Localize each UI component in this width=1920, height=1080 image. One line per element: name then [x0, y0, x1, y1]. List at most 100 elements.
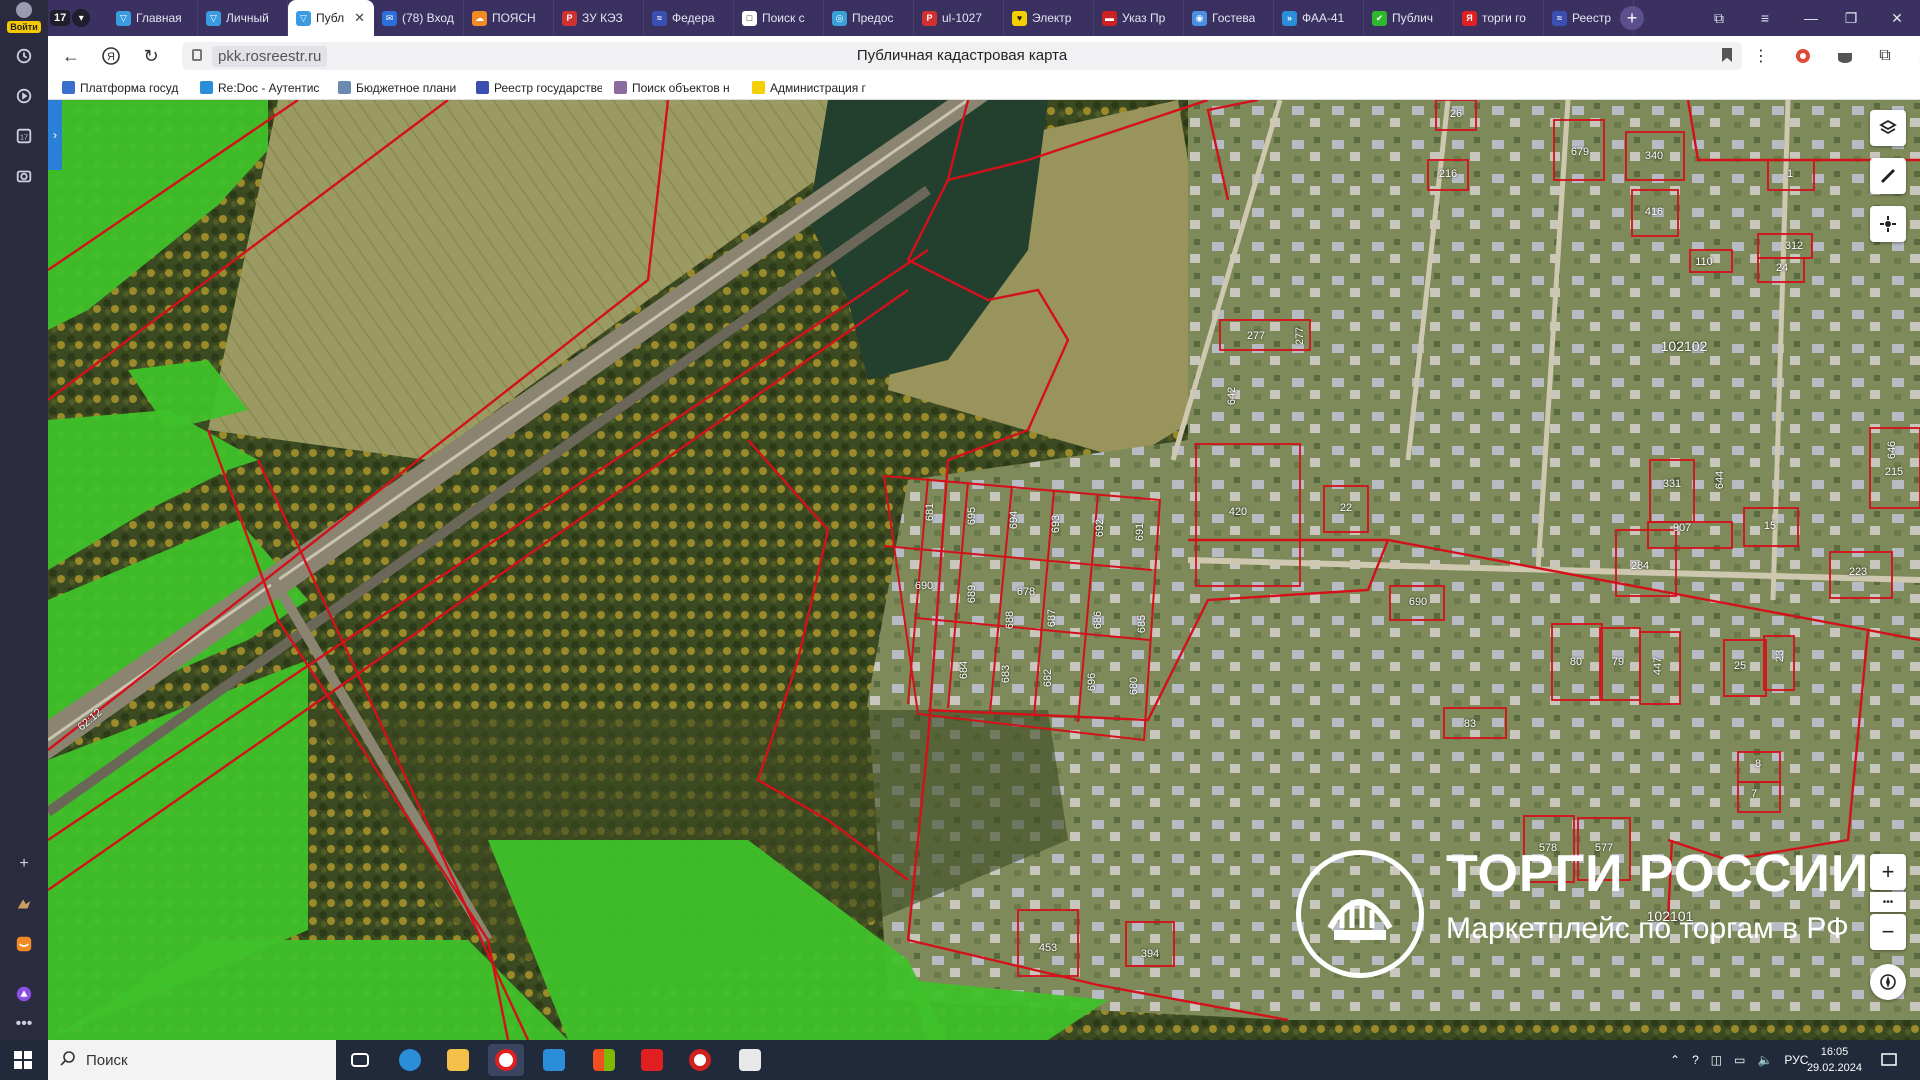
new-tab-button[interactable]: +: [1620, 6, 1644, 30]
torgi-rossii-logo: [1296, 850, 1424, 978]
media-play-icon[interactable]: [8, 80, 40, 112]
calendar-icon[interactable]: 17: [8, 120, 40, 152]
parcel-label: 686: [1092, 610, 1104, 630]
side-panel-toggle[interactable]: ›: [48, 100, 62, 170]
extension-badge-icon[interactable]: [1790, 44, 1816, 68]
tab-3[interactable]: ✉ (78) Вход: [374, 0, 464, 36]
url-bar[interactable]: pkk.rosreestr.ru Публичная кадастровая к…: [182, 42, 1742, 70]
messenger-app-icon[interactable]: [8, 928, 40, 960]
history-icon[interactable]: [8, 40, 40, 72]
tab-10[interactable]: ♥ Электр: [1004, 0, 1094, 36]
reload-button[interactable]: ↻: [138, 44, 164, 68]
language-indicator[interactable]: РУС: [1784, 1053, 1808, 1067]
task-view-icon[interactable]: [342, 1044, 378, 1076]
yandex-browser-icon[interactable]: [488, 1044, 524, 1076]
tab-label: Указ Пр: [1122, 11, 1166, 25]
menu-icon[interactable]: ≡: [1742, 0, 1788, 36]
tab-counter[interactable]: 17 ▾: [48, 7, 102, 29]
tab-0[interactable]: ▽ Главная: [108, 0, 198, 36]
alice-assistant-icon[interactable]: [8, 978, 40, 1010]
tab-manager-icon[interactable]: ⧉: [1696, 0, 1742, 36]
screenshot-icon[interactable]: [8, 160, 40, 192]
svg-text:17: 17: [20, 133, 28, 142]
back-button[interactable]: ←: [58, 44, 84, 68]
volume-muted-icon[interactable]: 🔈: [1757, 1053, 1772, 1067]
tab-7[interactable]: □ Поиск с: [734, 0, 824, 36]
parcel-label: 907: [1672, 522, 1692, 534]
add-panel-icon[interactable]: +: [8, 848, 40, 880]
tab-11[interactable]: ▬ Указ Пр: [1094, 0, 1184, 36]
bookmark-2[interactable]: Бюджетное плани: [338, 81, 464, 95]
search-placeholder: Поиск: [86, 1051, 128, 1069]
tab-6[interactable]: ≈ Федера: [644, 0, 734, 36]
parcel-label: 678: [1016, 586, 1036, 598]
meet-icon[interactable]: ◫: [1711, 1053, 1722, 1067]
maximize-button[interactable]: ❐: [1828, 0, 1874, 36]
close-tab-icon[interactable]: ✕: [354, 10, 365, 26]
tabs-list: ▽ Главная ▽ Личный ▽ Публ ✕ ✉ (78) Вход ☁ ПОЯСН P ЗУ…: [108, 0, 1634, 36]
bookmark-4[interactable]: Поиск объектов н: [614, 81, 740, 95]
tab-8[interactable]: ◎ Предос: [824, 0, 914, 36]
crosshair-icon[interactable]: [1870, 206, 1906, 242]
parcel-label: 340: [1644, 150, 1664, 162]
parcel-label: 696: [1086, 672, 1098, 692]
tab-13[interactable]: » ФАА-41: [1274, 0, 1364, 36]
tab-label: Электр: [1032, 11, 1072, 25]
file-explorer-icon[interactable]: [440, 1044, 476, 1076]
yandex-home-icon[interactable]: Я: [98, 44, 124, 68]
vpn-icon[interactable]: [1832, 44, 1858, 68]
chevron-up-icon[interactable]: ⌃: [1670, 1053, 1680, 1067]
taskbar-search[interactable]: Поиск: [48, 1040, 336, 1080]
tab-favicon-icon: ✔: [1372, 10, 1387, 26]
bookmark-3[interactable]: Реестр государстве: [476, 81, 602, 95]
windows-start-icon[interactable]: [0, 1040, 46, 1080]
parcel-label: 284: [1630, 560, 1650, 572]
mail-icon[interactable]: [536, 1044, 572, 1076]
notifications-icon[interactable]: [1880, 1040, 1898, 1080]
tab-favicon-icon: ▬: [1102, 10, 1117, 26]
clock[interactable]: 16:05 29.02.2024: [1807, 1044, 1862, 1076]
collections-icon[interactable]: ⧉: [1872, 44, 1898, 68]
extension-icon[interactable]: [8, 888, 40, 920]
more-vertical-icon[interactable]: ⋮: [1748, 44, 1774, 68]
tab-favicon-icon: P: [562, 10, 577, 26]
bookmark-0[interactable]: Платформа госуд: [62, 81, 188, 95]
parcel-label: 223: [1848, 566, 1868, 578]
tab-4[interactable]: ☁ ПОЯСН: [464, 0, 554, 36]
parcel-label: 394: [1140, 948, 1160, 960]
tab-2[interactable]: ▽ Публ ✕: [288, 0, 374, 36]
tab-12[interactable]: ◉ Гостева: [1184, 0, 1274, 36]
login-button[interactable]: Войти: [4, 2, 44, 33]
bookmark-favicon-icon: [62, 81, 75, 94]
ruler-icon[interactable]: [1870, 158, 1906, 194]
tab-label: ЗУ КЭЗ: [582, 11, 623, 25]
clock-time: 16:05: [1820, 1046, 1849, 1058]
parcel-label: 685: [1136, 614, 1148, 634]
document-app-icon[interactable]: [732, 1044, 768, 1076]
parcel-label: 110: [1695, 256, 1713, 268]
close-window-button[interactable]: ✕: [1874, 0, 1920, 36]
tab-9[interactable]: Pul-1027: [914, 0, 1004, 36]
parcel-label: 420: [1228, 506, 1248, 518]
help-icon[interactable]: ?: [1692, 1053, 1699, 1067]
parcel-label: 447: [1652, 656, 1664, 676]
bookmark-5[interactable]: Администрация г: [752, 81, 878, 95]
ccleaner-icon[interactable]: [682, 1044, 718, 1076]
tab-5[interactable]: P ЗУ КЭЗ: [554, 0, 644, 36]
parcel-label: 688: [1004, 610, 1016, 630]
downloads-icon[interactable]: ⤓: [1910, 44, 1920, 68]
parcel-label: 331: [1662, 478, 1682, 490]
bookmark-1[interactable]: Re:Doc - Аутентис: [200, 81, 326, 95]
yandex-icon[interactable]: [634, 1044, 670, 1076]
store-icon[interactable]: [586, 1044, 622, 1076]
more-options-icon[interactable]: •••: [8, 1008, 40, 1040]
bookmark-label: Бюджетное плани: [356, 80, 457, 95]
parcel-label: 26: [1449, 108, 1463, 120]
parcel-label: 277: [1246, 330, 1266, 342]
network-icon[interactable]: ▭: [1734, 1053, 1745, 1067]
tab-15[interactable]: Яторги го: [1454, 0, 1544, 36]
edge-icon[interactable]: [392, 1044, 428, 1076]
layers-icon[interactable]: [1870, 110, 1906, 146]
tab-1[interactable]: ▽ Личный: [198, 0, 288, 36]
tab-14[interactable]: ✔ Публич: [1364, 0, 1454, 36]
